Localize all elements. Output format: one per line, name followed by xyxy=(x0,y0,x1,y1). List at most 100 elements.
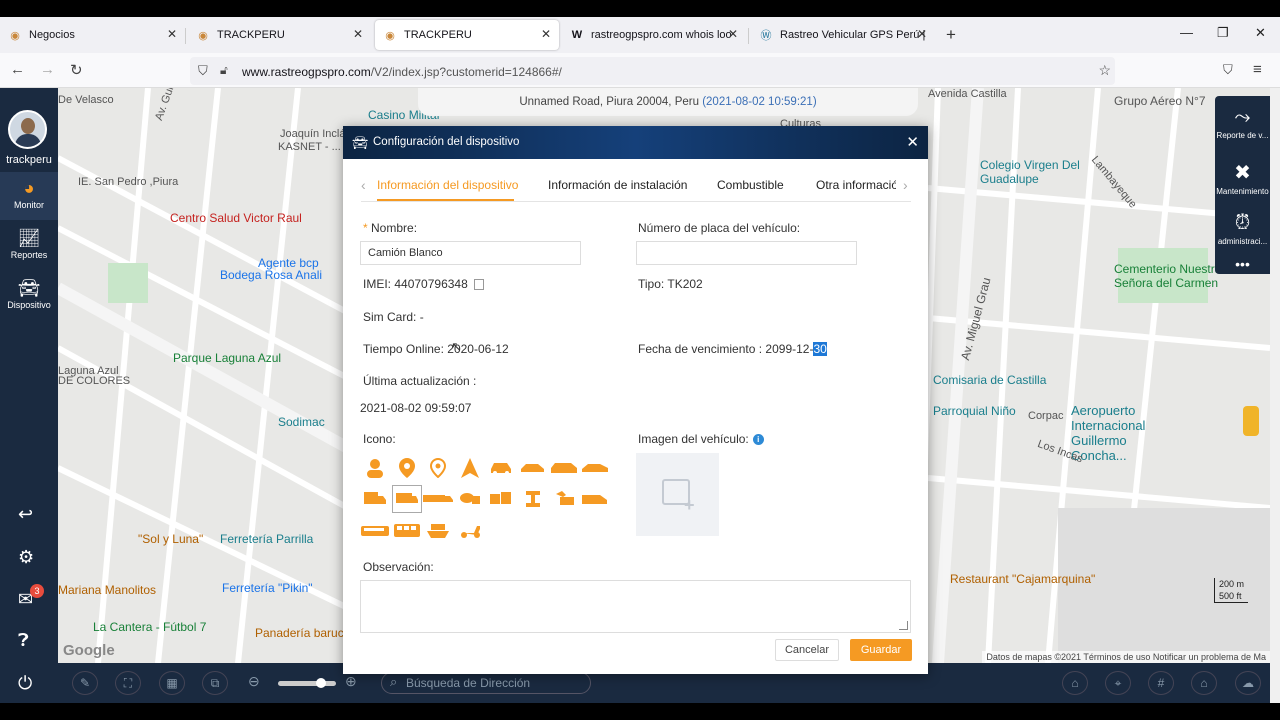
save-button[interactable]: Guardar xyxy=(850,639,912,661)
url-bar[interactable]: ⛉ 🔓︎ www.rastreogpspro.com/V2/index.jsp?… xyxy=(190,57,1115,85)
pocket-icon[interactable]: ⛉ xyxy=(1223,62,1233,78)
close-icon[interactable]: ✕ xyxy=(167,27,177,41)
browser-tab-trackperu-active[interactable]: ◉ TRACKPERU ✕ xyxy=(375,20,559,50)
shield-icon[interactable]: ⛉ xyxy=(198,63,208,79)
zoom-in-icon[interactable]: ⊕ xyxy=(345,673,357,690)
page-scrollbar[interactable] xyxy=(1270,88,1280,720)
info-icon[interactable]: i xyxy=(752,434,764,446)
sidebar-item-reportes[interactable]: 📈︎ Reportes xyxy=(0,222,58,270)
home-alert-icon[interactable]: ⌂ xyxy=(1191,671,1217,695)
grid-icon[interactable]: # xyxy=(1148,671,1174,695)
imagen-label: Imagen del vehículo: i xyxy=(638,432,764,446)
chevron-left-icon[interactable]: ‹ xyxy=(361,177,366,193)
coach-bus-icon[interactable] xyxy=(392,517,422,545)
small-car-icon[interactable] xyxy=(486,454,516,482)
modal-tabs: ‹ Información del dispositivo Informació… xyxy=(361,168,911,202)
back-arrow-icon[interactable]: ← xyxy=(10,61,25,78)
close-icon[interactable]: ✕ xyxy=(906,126,919,159)
tanker-truck-icon[interactable] xyxy=(486,485,516,513)
right-item-mantenimiento[interactable]: ✖ Mantenimiento xyxy=(1215,160,1270,196)
truck-icon[interactable] xyxy=(360,485,390,513)
van-truck-icon-selected[interactable] xyxy=(392,485,422,513)
sidebar-item-label: Reportes xyxy=(10,250,48,260)
right-item-administracion[interactable]: ⏰︎ administraci... xyxy=(1215,212,1270,246)
minimize-button[interactable]: — xyxy=(1180,25,1193,40)
cancel-button[interactable]: Cancelar xyxy=(775,639,839,661)
vencimiento-value: 2099-12- xyxy=(765,342,814,356)
chevron-right-icon[interactable]: › xyxy=(903,177,908,193)
map-pin-icon[interactable] xyxy=(392,454,422,482)
map-pin-outline-icon[interactable] xyxy=(423,454,453,482)
placa-input[interactable] xyxy=(636,241,857,265)
browser-tab-negocios[interactable]: ◉ Negocios ✕ xyxy=(0,20,185,50)
address-search-input[interactable]: Búsqueda de Dirección xyxy=(381,672,591,694)
reload-icon[interactable]: ↻ xyxy=(70,61,83,79)
sidebar-item-monitor[interactable]: ◕ Monitor xyxy=(0,172,58,220)
map-label: Colegio Virgen Del Guadalupe xyxy=(980,158,1080,186)
layers-icon[interactable]: ⧉ xyxy=(202,671,228,695)
close-window-button[interactable]: ✕ xyxy=(1255,25,1266,41)
wordpress-icon: Ⓦ xyxy=(760,30,772,42)
boat-icon[interactable] xyxy=(423,517,453,545)
close-icon[interactable]: ✕ xyxy=(353,27,363,41)
map-label: De Velasco xyxy=(58,94,114,106)
sidebar-item-dispositivo[interactable]: 🚘︎ Dispositivo xyxy=(0,272,58,320)
bookmark-star-icon[interactable]: ☆ xyxy=(1098,62,1111,79)
excavator-icon[interactable] xyxy=(549,485,579,513)
minivan-icon[interactable] xyxy=(580,485,610,513)
power-icon[interactable]: ⏻ xyxy=(18,673,32,694)
more-icon[interactable]: ••• xyxy=(1215,256,1270,272)
observacion-label: Observación: xyxy=(363,560,434,574)
bus-icon[interactable] xyxy=(360,517,390,545)
observacion-textarea[interactable] xyxy=(360,580,911,633)
building-icon[interactable]: ⌂ xyxy=(1062,671,1088,695)
cloud-upload-icon[interactable]: ☁ xyxy=(1235,671,1261,695)
gear-icon[interactable]: ⚙ xyxy=(18,547,34,568)
tab-installation-info[interactable]: Información de instalación xyxy=(548,178,687,192)
browser-tab-rastreo[interactable]: Ⓦ Rastreo Vehicular GPS Perú | GPS ✕ xyxy=(751,20,935,50)
add-image-icon: + xyxy=(684,495,695,515)
sedan-icon[interactable] xyxy=(518,454,548,482)
navigation-arrow-icon[interactable] xyxy=(455,454,485,482)
user-avatar[interactable] xyxy=(8,110,47,149)
scooter-icon[interactable] xyxy=(455,517,485,545)
undo-icon[interactable]: ↩ xyxy=(18,504,33,525)
trailer-truck-icon[interactable] xyxy=(423,485,453,513)
copy-icon[interactable] xyxy=(473,279,484,291)
traffic-light-icon[interactable]: ▦ xyxy=(159,671,185,695)
close-icon[interactable]: ✕ xyxy=(541,27,551,41)
nombre-label: * Nombre: xyxy=(363,221,417,235)
browser-tab-whois[interactable]: W rastreogpspro.com whois looku ✕ xyxy=(562,20,746,50)
map-attribution[interactable]: Datos de mapas ©2021 Términos de uso Not… xyxy=(982,651,1270,663)
restore-button[interactable]: ❐ xyxy=(1217,25,1229,41)
new-tab-button[interactable]: + xyxy=(946,25,956,45)
chart-icon: 📈︎ xyxy=(17,228,41,248)
pegman-icon[interactable] xyxy=(1243,406,1259,436)
browser-tab-trackperu-1[interactable]: ◉ TRACKPERU ✕ xyxy=(188,20,371,50)
zoom-slider[interactable] xyxy=(278,678,336,688)
close-icon[interactable]: ✕ xyxy=(917,27,927,41)
suv-icon[interactable] xyxy=(549,454,579,482)
menu-icon[interactable]: ≡ xyxy=(1253,61,1262,78)
right-item-reporte[interactable]: ⤳ Reporte de v... xyxy=(1215,106,1270,140)
vehicle-image-upload[interactable]: + xyxy=(636,453,719,536)
mixer-truck-icon[interactable] xyxy=(455,485,485,513)
ruler-icon[interactable]: ✎ xyxy=(72,671,98,695)
crane-icon[interactable] xyxy=(518,485,548,513)
lock-icon[interactable]: 🔓︎ xyxy=(220,63,228,78)
tab-fuel[interactable]: Combustible xyxy=(717,178,784,192)
tab-device-info[interactable]: Información del dispositivo xyxy=(377,178,518,192)
geofence-icon[interactable]: ⌖ xyxy=(1105,671,1131,695)
nombre-input[interactable]: Camión Blanco xyxy=(360,241,581,265)
forward-arrow-icon[interactable]: → xyxy=(40,61,55,78)
close-icon[interactable]: ✕ xyxy=(728,27,738,41)
map-label: KASNET - ... xyxy=(278,141,341,153)
sports-car-icon[interactable] xyxy=(580,454,610,482)
tipo-value: TK202 xyxy=(667,277,703,291)
help-icon[interactable]: ❓︎ xyxy=(18,630,29,651)
tab-other-info[interactable]: Otra informació xyxy=(816,178,896,192)
person-icon[interactable] xyxy=(360,454,390,482)
vencimiento-label: Fecha de vencimiento : xyxy=(638,342,763,356)
zoom-out-icon[interactable]: ⊖ xyxy=(248,673,260,690)
fullscreen-icon[interactable]: ⛶ xyxy=(115,671,141,695)
